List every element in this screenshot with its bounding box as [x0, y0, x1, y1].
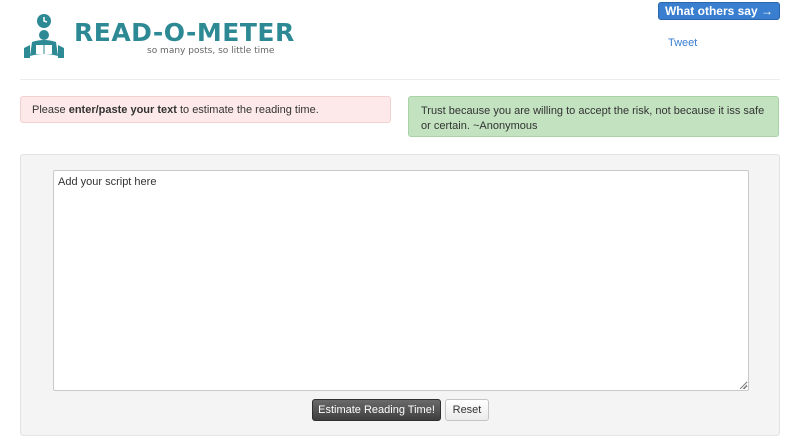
logo-title: READ-O-METER: [74, 18, 295, 47]
instruction-prefix: Please: [32, 104, 69, 116]
quote-alert: Trust because you are willing to accept …: [408, 96, 779, 137]
script-form: Estimate Reading Time! Reset: [20, 154, 780, 436]
what-others-say-button[interactable]: What others say →: [657, 2, 780, 20]
logo-tagline: so many posts, so little time: [147, 46, 275, 56]
tweet-link[interactable]: Tweet: [668, 37, 697, 49]
instruction-alert: Please enter/paste your text to estimate…: [20, 96, 391, 123]
reset-button[interactable]: Reset: [445, 399, 489, 421]
resize-grip-icon[interactable]: [740, 382, 747, 389]
instruction-bold: enter/paste your text: [68, 104, 177, 116]
reader-with-clock-icon: [24, 14, 64, 58]
instruction-suffix: to estimate the reading time.: [176, 104, 319, 116]
logo[interactable]: READ-O-METER so many posts, so little ti…: [20, 12, 294, 62]
estimate-reading-time-button[interactable]: Estimate Reading Time!: [312, 399, 441, 421]
header-divider: [20, 79, 780, 80]
script-textarea[interactable]: [53, 170, 749, 391]
